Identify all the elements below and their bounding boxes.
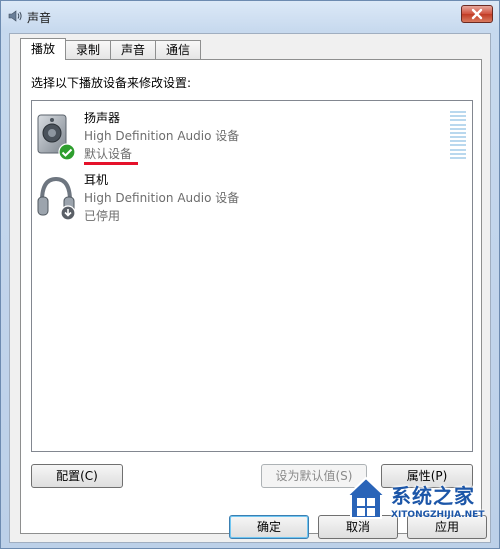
device-item-headphones[interactable]: 耳机 High Definition Audio 设备 已停用 [32,167,472,229]
watermark-url: XITONGZHIJIA.NET [391,510,485,520]
tab-sounds[interactable]: 声音 [110,40,157,60]
window-title: 声音 [27,11,52,25]
tab-playback[interactable]: 播放 [20,38,67,60]
tab-communications[interactable]: 通信 [155,40,202,60]
ok-button[interactable]: 确定 [229,515,309,539]
dialog-client-area: 播放 录制 声音 通信 选择以下播放设备来修改设置: 扬声器 High Defi… [9,33,491,543]
device-description: High Definition Audio 设备 [84,129,240,143]
configure-button[interactable]: 配置(C) [31,464,123,488]
disabled-arrow-icon [60,205,76,221]
device-status: 已停用 [84,209,121,223]
device-status: 默认设备 [84,147,133,161]
sound-dialog-window: 声音 播放 录制 声音 通信 选择以下播放设备来修改设置: 扬声器 High D… [0,0,500,549]
device-description: High Definition Audio 设备 [84,191,240,205]
device-name: 耳机 [84,173,109,187]
annotation-underline [84,162,138,165]
watermark-text: 系统之家 [391,484,475,508]
instruction-text: 选择以下播放设备来修改设置: [31,76,192,90]
tab-recording[interactable]: 录制 [65,40,112,60]
close-button[interactable] [461,5,493,23]
house-logo-icon [343,472,389,522]
device-name: 扬声器 [84,111,121,125]
speaker-title-icon [7,9,23,23]
site-watermark: 系统之家 XITONGZHIJIA.NET [339,468,499,538]
default-check-icon [58,143,76,161]
tab-strip: 播放 录制 声音 通信 [20,38,202,60]
close-icon [471,8,483,20]
device-list[interactable]: 扬声器 High Definition Audio 设备 默认设备 耳机 Hig… [31,100,473,452]
title-bar[interactable]: 声音 [1,1,499,31]
volume-level-meter [450,111,466,159]
device-item-speakers[interactable]: 扬声器 High Definition Audio 设备 默认设备 [32,105,472,167]
playback-tab-panel: 选择以下播放设备来修改设置: 扬声器 High Definition Audio… [20,59,482,534]
